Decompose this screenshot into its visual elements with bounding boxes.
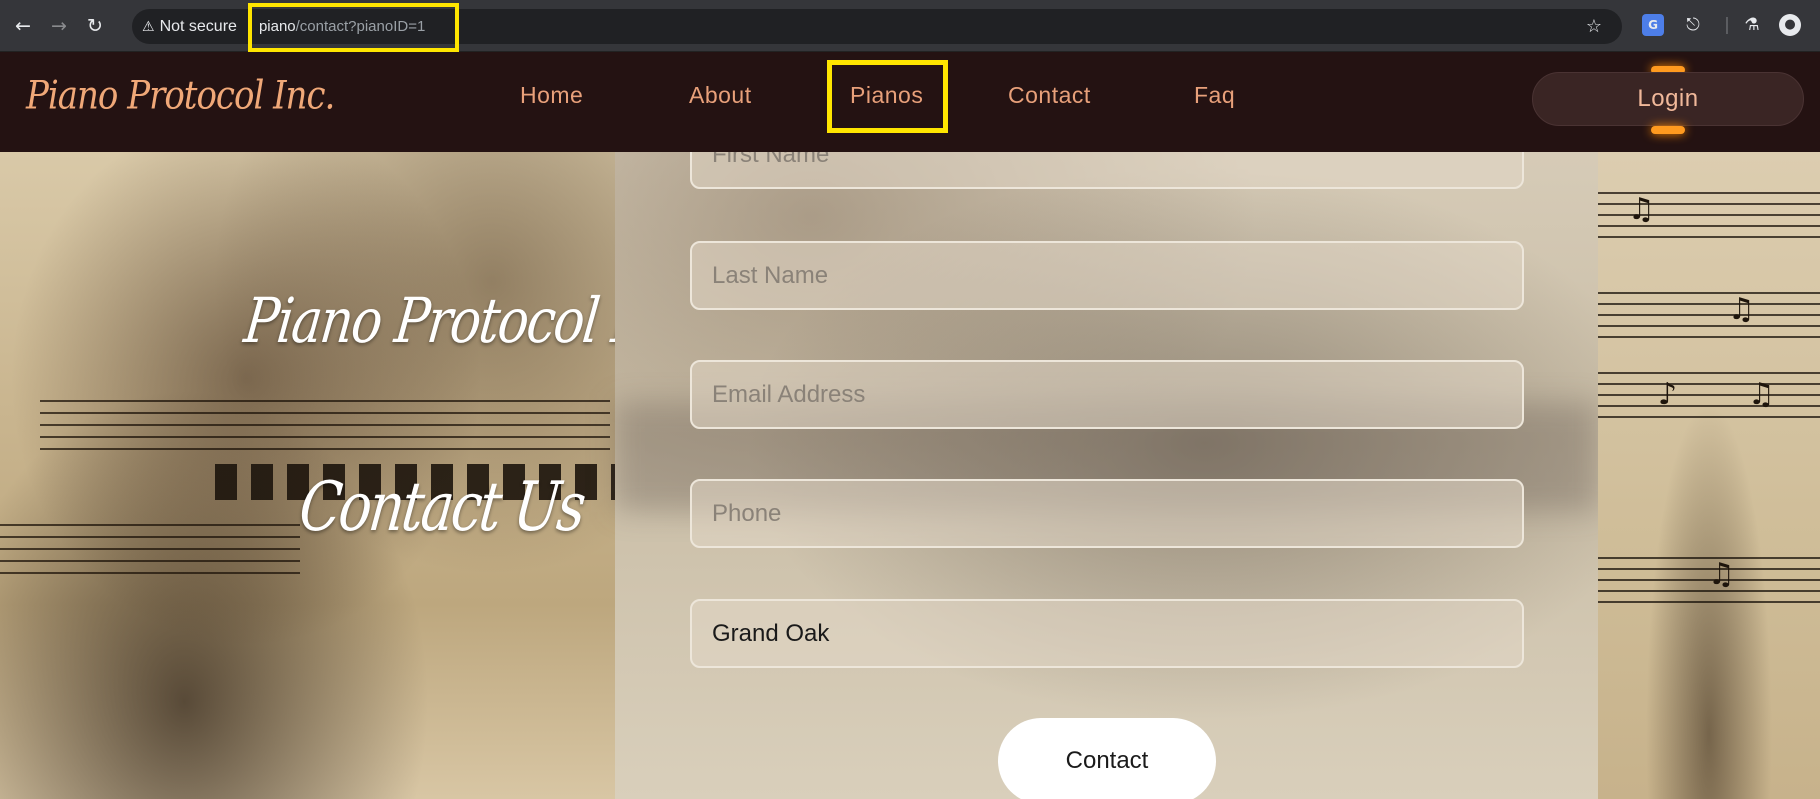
nav-faq[interactable]: Faq (1194, 82, 1235, 109)
music-staff-decoration (1598, 372, 1820, 424)
translate-icon[interactable]: G (1642, 14, 1664, 36)
music-note-icon: ♫ (1708, 557, 1735, 592)
music-note-icon: ♫ (1728, 292, 1755, 327)
contact-submit-button[interactable]: Contact (998, 718, 1216, 799)
nav-about[interactable]: About (689, 82, 752, 109)
piano-field[interactable]: Grand Oak (690, 599, 1524, 668)
music-note-icon: ♫ (1628, 192, 1655, 227)
labs-icon[interactable]: ⚗ (1741, 14, 1763, 36)
nav-home[interactable]: Home (520, 82, 583, 109)
music-staff-decoration (40, 400, 610, 452)
nav-contact[interactable]: Contact (1008, 82, 1091, 109)
music-note-icon: ♪ (1658, 377, 1678, 412)
phone-field[interactable]: Phone (690, 479, 1524, 548)
site-navbar: Piano Protocol Inc. Home About Pianos Co… (0, 52, 1820, 152)
browser-toolbar: ← → ↻ ⚠ Not secure piano/contact?pianoID… (0, 0, 1820, 52)
star-icon[interactable]: ☆ (1586, 16, 1602, 37)
reload-icon[interactable]: ↻ (82, 13, 108, 39)
first-name-field[interactable]: First Name (690, 152, 1524, 189)
security-label: Not secure (159, 17, 237, 35)
hero-subtitle: Contact Us (295, 468, 588, 547)
music-staff-decoration (0, 524, 300, 576)
security-indicator[interactable]: ⚠ Not secure (142, 18, 237, 36)
side-image-panel: ♫ ♫ ♪ ♫ ♫ (1598, 152, 1820, 799)
contact-page: Piano Protocol Inc Contact Us ♫ ♫ ♪ ♫ ♫ … (0, 152, 1820, 799)
toolbar-divider: | (1724, 15, 1730, 35)
profile-icon[interactable]: ● (1779, 14, 1801, 36)
login-button[interactable]: Login (1532, 72, 1804, 126)
hero-image-panel: Piano Protocol Inc Contact Us (0, 152, 693, 799)
forward-arrow-icon[interactable]: → (46, 13, 72, 39)
warning-icon: ⚠ (142, 18, 155, 35)
pianos-highlight-box (827, 60, 948, 133)
back-arrow-icon[interactable]: ← (10, 13, 36, 39)
music-staff-decoration (1598, 292, 1820, 344)
login-glow-bottom (1651, 126, 1685, 134)
extensions-icon[interactable]: ⎋ (1682, 14, 1704, 36)
music-note-icon: ♫ (1748, 377, 1775, 412)
brand-logo[interactable]: Piano Protocol Inc. (26, 73, 335, 119)
last-name-field[interactable]: Last Name (690, 241, 1524, 310)
email-field[interactable]: Email Address (690, 360, 1524, 429)
url-highlight-box (248, 3, 459, 52)
